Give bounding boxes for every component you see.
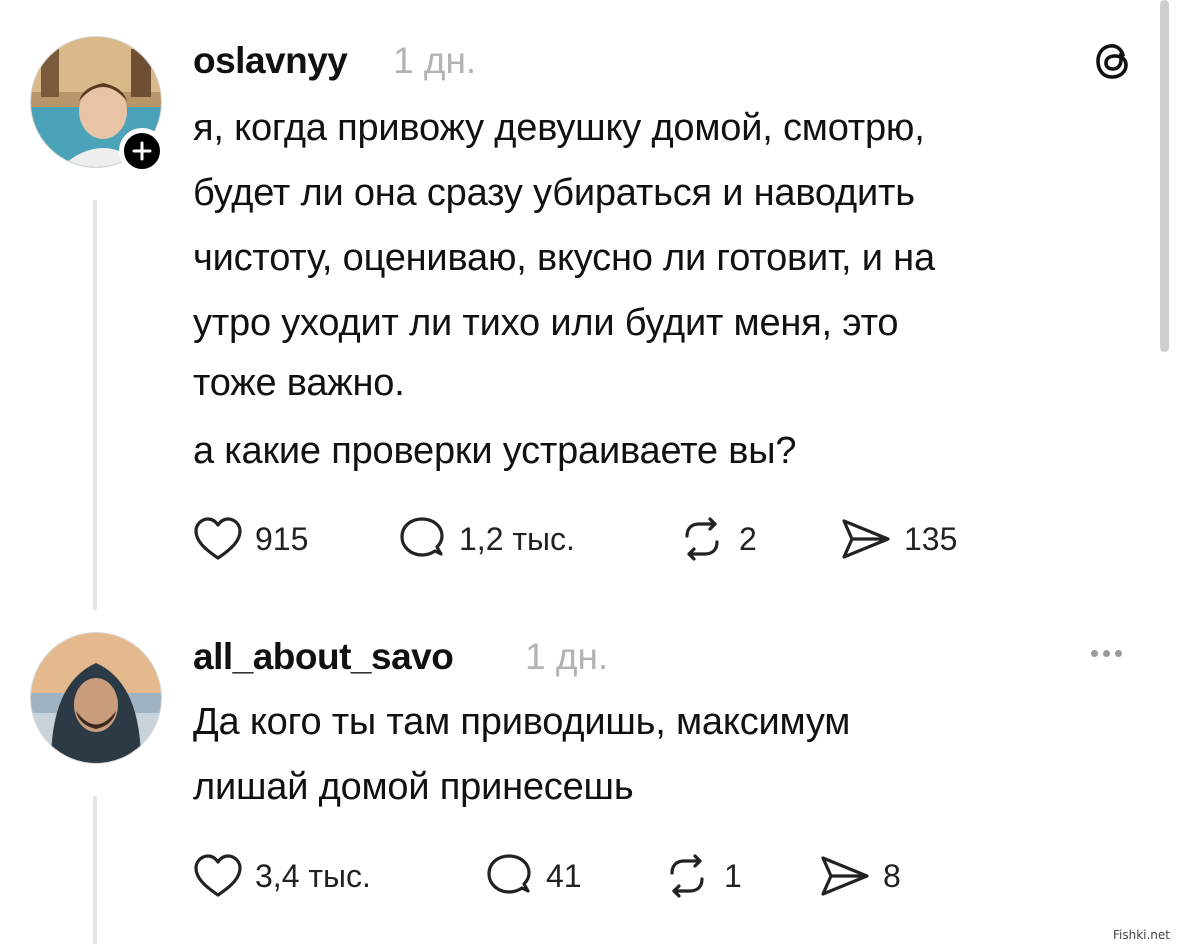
repost-button[interactable]: 2 bbox=[677, 516, 757, 562]
follow-button[interactable] bbox=[119, 128, 165, 174]
comment-bubble-icon bbox=[400, 517, 444, 557]
post-text-line: утро уходит ли тихо или будит меня, это bbox=[193, 302, 899, 344]
like-button[interactable]: 3,4 тыс. bbox=[193, 853, 371, 899]
send-icon bbox=[842, 519, 890, 559]
share-button[interactable]: 8 bbox=[817, 853, 901, 899]
username[interactable]: oslavnyy bbox=[193, 40, 348, 82]
like-count: 3,4 тыс. bbox=[255, 857, 371, 894]
reply-count: 1,2 тыс. bbox=[459, 520, 575, 557]
like-button[interactable]: 915 bbox=[193, 516, 308, 562]
post-text-line: а какие проверки устраиваете вы? bbox=[193, 430, 797, 472]
post-text-line: будет ли она сразу убираться и наводить bbox=[193, 172, 915, 214]
share-count: 8 bbox=[883, 857, 901, 894]
share-button[interactable]: 135 bbox=[838, 516, 957, 562]
timestamp: 1 дн. bbox=[393, 40, 477, 81]
repost-count: 1 bbox=[724, 857, 742, 894]
username[interactable]: all_about_savo bbox=[193, 636, 454, 678]
post-text-line: лишай домой принесешь bbox=[193, 766, 634, 808]
thread-line bbox=[93, 200, 97, 610]
threads-logo-icon[interactable] bbox=[1093, 40, 1135, 87]
heart-icon bbox=[194, 854, 242, 897]
send-icon bbox=[821, 856, 869, 896]
post-text-line: я, когда привожу девушку домой, смотрю, bbox=[193, 107, 925, 149]
share-count: 135 bbox=[904, 520, 958, 557]
more-options-icon[interactable] bbox=[1091, 650, 1122, 657]
heart-icon bbox=[194, 517, 242, 560]
thread-line bbox=[93, 796, 97, 944]
post-text-line: Да кого ты там приводишь, максимум bbox=[193, 701, 851, 743]
repost-button[interactable]: 1 bbox=[662, 853, 742, 899]
watermark: Fishki.net bbox=[1112, 928, 1170, 942]
repost-arrows-icon bbox=[685, 517, 719, 561]
repost-count: 2 bbox=[739, 520, 757, 557]
avatar[interactable] bbox=[30, 632, 162, 764]
like-count: 915 bbox=[255, 520, 309, 557]
reply-button[interactable]: 41 bbox=[484, 853, 582, 899]
plus-icon bbox=[132, 141, 152, 161]
reply-count: 41 bbox=[546, 857, 582, 894]
post-text-line: тоже важно. bbox=[193, 362, 405, 404]
scrollbar[interactable] bbox=[1160, 0, 1169, 352]
timestamp: 1 дн. bbox=[525, 636, 609, 677]
comment-bubble-icon bbox=[487, 854, 531, 894]
reply-button[interactable]: 1,2 тыс. bbox=[397, 516, 575, 562]
repost-arrows-icon bbox=[670, 854, 704, 898]
post-text-line: чистоту, оцениваю, вкусно ли готовит, и … bbox=[193, 237, 935, 279]
